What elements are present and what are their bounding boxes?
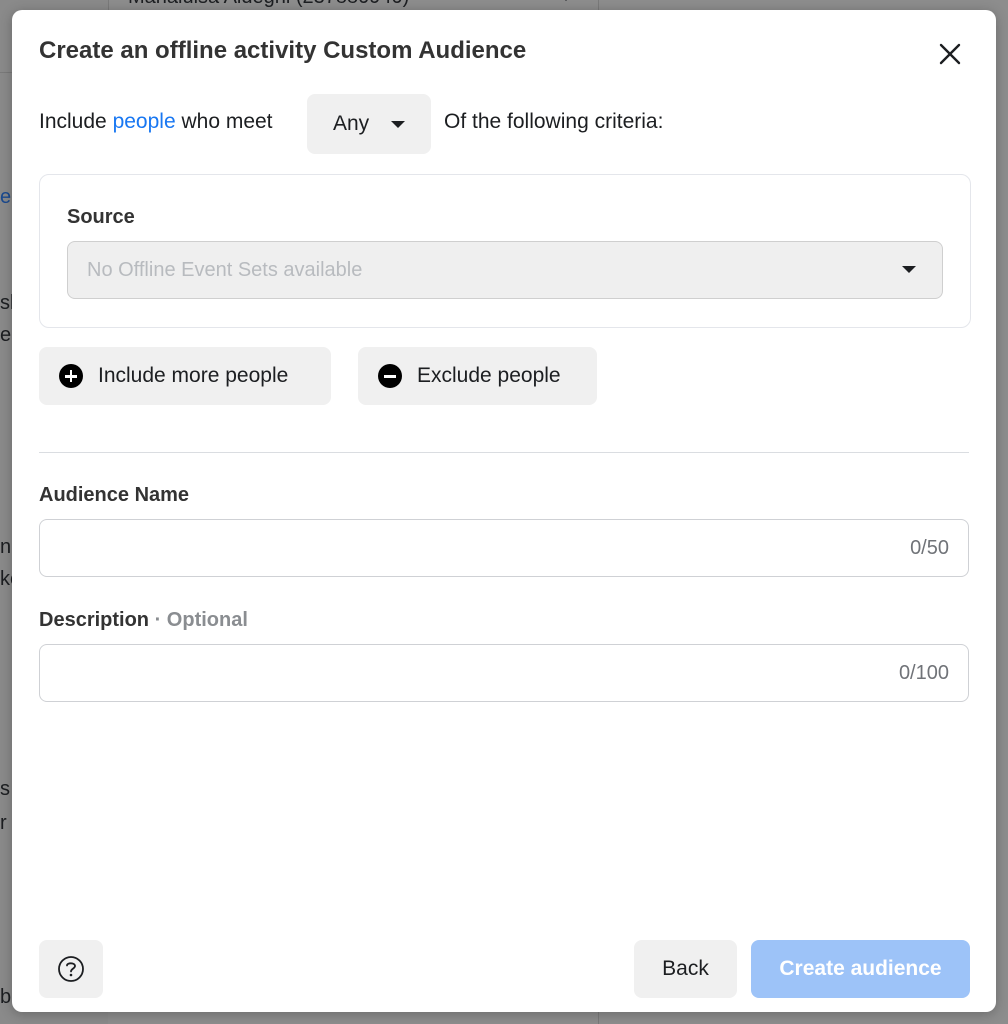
chevron-down-icon	[560, 0, 572, 1]
source-rule-card: Source No Offline Event Sets available	[39, 174, 971, 328]
criteria-suffix: Of the following criteria:	[444, 110, 664, 133]
criteria-sentence: Include people who meet	[39, 110, 273, 134]
match-any-dropdown[interactable]: Any	[307, 94, 431, 154]
close-icon	[939, 43, 961, 65]
background-text-fragment: ke	[0, 568, 12, 590]
background-text-fragment: s	[0, 778, 10, 800]
audience-name-input[interactable]: 0/50	[39, 519, 969, 577]
close-button[interactable]	[932, 36, 968, 72]
background-divider	[0, 72, 12, 73]
source-select: No Offline Event Sets available	[67, 241, 943, 299]
include-more-people-button[interactable]: Include more people	[39, 347, 331, 405]
back-button-label: Back	[662, 957, 709, 980]
background-text-fragment: b	[0, 986, 12, 1008]
background-text-fragment: e	[0, 186, 12, 208]
create-audience-button[interactable]: Create audience	[751, 940, 970, 998]
help-button[interactable]	[39, 940, 103, 998]
match-value: Any	[333, 112, 370, 135]
criteria-middle: who meet	[181, 110, 273, 133]
section-divider	[39, 452, 969, 453]
background-divider	[598, 1010, 599, 1024]
plus-circle-icon	[59, 364, 83, 388]
description-label: Description · Optional	[39, 609, 248, 632]
dialog-title: Create an offline activity Custom Audien…	[39, 37, 527, 64]
description-input[interactable]: 0/100	[39, 644, 969, 702]
background-text-fragment: e	[0, 324, 12, 346]
background-account-selector: Marialuisa Aldegni (237880940)	[128, 0, 409, 9]
optional-tag: · Optional	[154, 609, 248, 631]
include-more-people-label: Include more people	[98, 364, 289, 387]
caret-down-icon	[391, 121, 405, 128]
description-label-text: Description	[39, 609, 150, 631]
background-text-fragment: sl	[0, 292, 12, 314]
source-placeholder: No Offline Event Sets available	[87, 259, 363, 281]
create-audience-dialog: Create an offline activity Custom Audien…	[12, 10, 996, 1012]
criteria-prefix: Include	[39, 110, 107, 133]
exclude-people-label: Exclude people	[417, 364, 561, 387]
background-text-fragment: n	[0, 536, 12, 558]
back-button[interactable]: Back	[634, 940, 737, 998]
source-label: Source	[67, 206, 135, 228]
minus-circle-icon	[378, 364, 402, 388]
caret-down-icon	[902, 266, 916, 273]
description-counter: 0/100	[898, 662, 949, 684]
people-link[interactable]: people	[113, 110, 176, 133]
background-text-fragment: r	[0, 812, 7, 834]
audience-name-label: Audience Name	[39, 484, 190, 506]
audience-name-counter: 0/50	[910, 537, 949, 559]
exclude-people-button[interactable]: Exclude people	[358, 347, 597, 405]
criteria-row: Include people who meet Any Of the follo…	[39, 94, 969, 154]
question-circle-icon	[58, 956, 84, 982]
create-audience-label: Create audience	[779, 957, 942, 980]
